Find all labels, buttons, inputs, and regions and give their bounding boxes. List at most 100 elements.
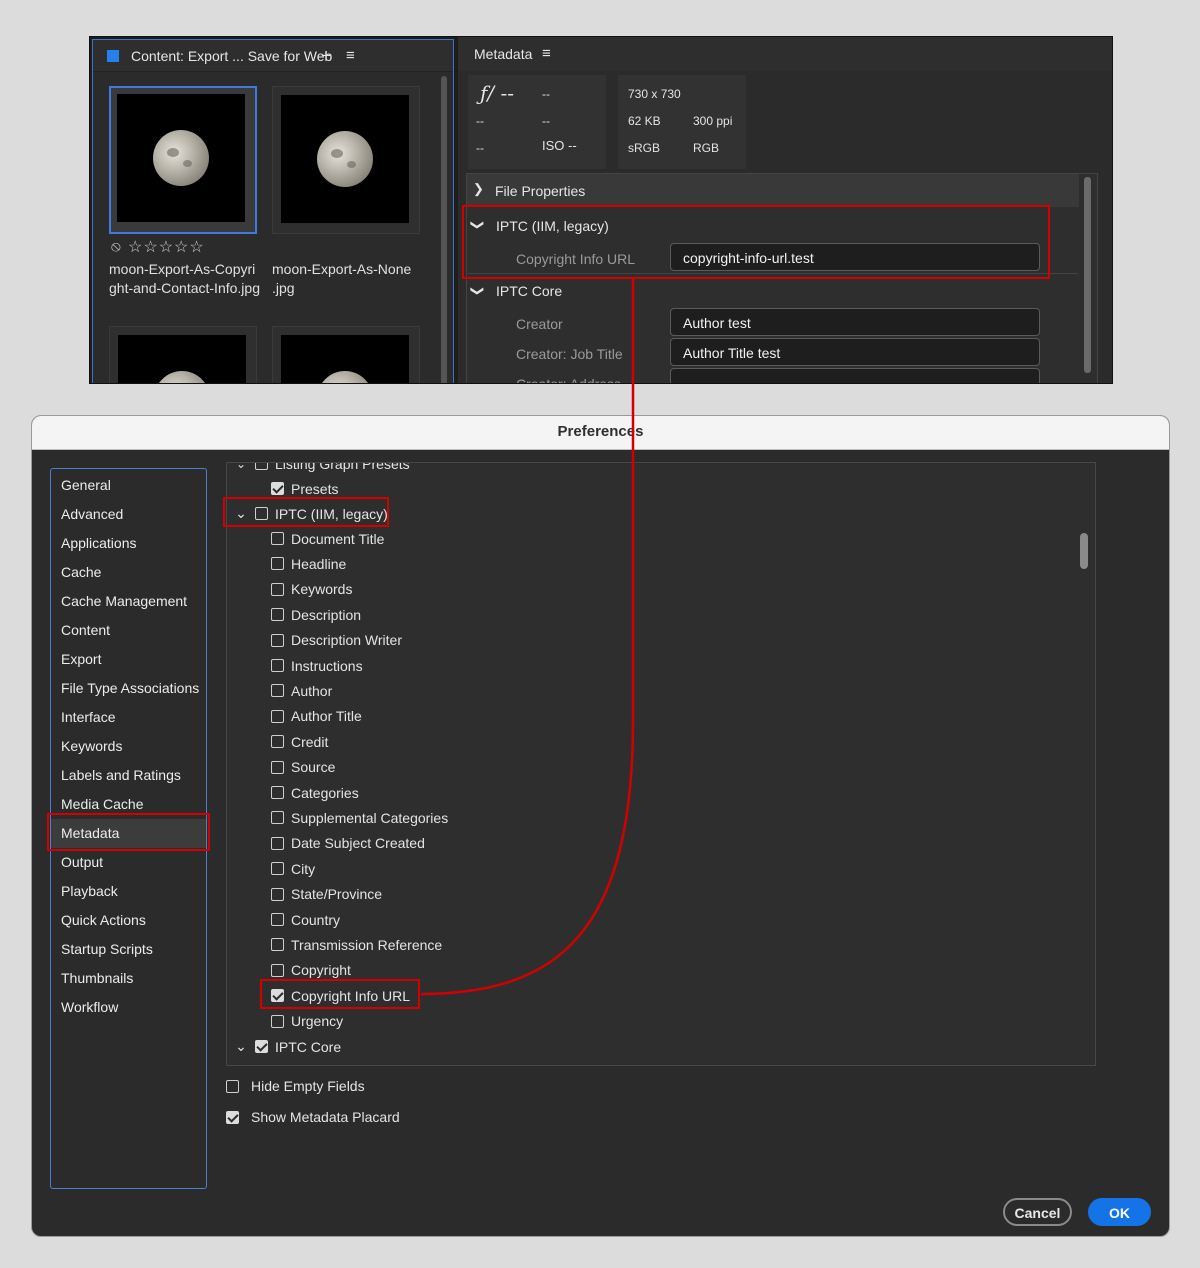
file-properties-row[interactable]: ❯ File Properties [467, 174, 1079, 207]
checkbox[interactable] [271, 963, 284, 977]
content-scrollbar[interactable] [441, 76, 447, 383]
job-title-field[interactable]: Author Title test [670, 338, 1040, 366]
checkbox[interactable] [271, 709, 284, 723]
checkbox[interactable] [271, 735, 284, 749]
checkbox-checked[interactable] [226, 1110, 239, 1124]
checkbox[interactable] [255, 507, 268, 520]
address-field[interactable] [670, 368, 1040, 383]
sidebar-item-file-type-associations[interactable]: File Type Associations [51, 674, 206, 703]
checkbox[interactable] [271, 887, 284, 901]
legacy-field-row[interactable]: Author Title [271, 704, 362, 729]
hide-empty-fields-option[interactable]: Hide Empty Fields [226, 1078, 365, 1094]
legacy-field-row[interactable]: Instructions [271, 653, 363, 678]
tree-row-iptc-core[interactable]: ⌄ IPTC Core [233, 1034, 341, 1059]
thumbnail-card[interactable] [109, 326, 257, 383]
sidebar-item-cache-management[interactable]: Cache Management [51, 587, 206, 616]
tree-row-listing-graph-presets[interactable]: ⌄ Listing Graph Presets [233, 463, 410, 476]
chevron-down-icon[interactable]: ⌄ [233, 463, 249, 471]
sidebar-item-output[interactable]: Output [51, 848, 206, 877]
reject-icon[interactable]: ⦸ [111, 238, 121, 255]
legacy-field-row[interactable]: Source [271, 755, 335, 780]
tree-row-iptc-legacy[interactable]: ⌄ IPTC (IIM, legacy) [233, 501, 388, 526]
thumbnail-card[interactable] [272, 326, 420, 383]
sidebar-item-media-cache[interactable]: Media Cache [51, 790, 206, 819]
sidebar-item-labels-and-ratings[interactable]: Labels and Ratings [51, 761, 206, 790]
sidebar-item-general[interactable]: General [51, 471, 206, 500]
legacy-field-row[interactable]: Copyright [271, 958, 351, 983]
panel-menu-icon[interactable]: ≡ [542, 45, 551, 62]
sidebar-item-keywords[interactable]: Keywords [51, 732, 206, 761]
checkbox-checked[interactable] [255, 1040, 268, 1053]
legacy-field-row[interactable]: Headline [271, 551, 346, 576]
checkbox[interactable] [271, 1014, 284, 1028]
metadata-panel-title[interactable]: Metadata [474, 46, 532, 62]
creator-field[interactable]: Author test [670, 308, 1040, 336]
metadata-scrollbar[interactable] [1084, 177, 1091, 373]
sidebar-item-export[interactable]: Export [51, 645, 206, 674]
content-panel-title[interactable]: Content: Export ... Save for Web [131, 48, 332, 64]
thumbnail-card[interactable] [109, 86, 257, 234]
tree-row-presets[interactable]: Presets [271, 476, 338, 501]
checkbox[interactable] [271, 557, 284, 571]
sidebar-item-workflow[interactable]: Workflow [51, 993, 206, 1022]
legacy-field-row[interactable]: City [271, 856, 315, 881]
thumbnail-card[interactable] [272, 86, 420, 234]
chevron-down-icon[interactable]: ⌄ [233, 1038, 249, 1055]
sidebar-item-metadata[interactable]: Metadata [51, 819, 206, 848]
checkbox[interactable] [271, 938, 284, 952]
chevron-down-icon[interactable]: ⌄ [233, 505, 249, 522]
legacy-field-row[interactable]: Description Writer [271, 628, 402, 653]
panel-menu-icon[interactable]: ≡ [346, 47, 355, 64]
checkbox[interactable] [226, 1079, 239, 1093]
legacy-field-row[interactable]: Copyright Info URL [271, 983, 410, 1008]
checkbox[interactable] [271, 633, 284, 647]
chevron-down-icon[interactable]: ❯ [469, 220, 485, 231]
sidebar-item-cache[interactable]: Cache [51, 558, 206, 587]
legacy-field-row[interactable]: Supplemental Categories [271, 805, 448, 830]
chevron-down-icon[interactable]: ❯ [469, 286, 485, 297]
checkbox-checked[interactable] [271, 482, 284, 495]
sidebar-item-startup-scripts[interactable]: Startup Scripts [51, 935, 206, 964]
cancel-button[interactable]: Cancel [1003, 1198, 1072, 1226]
iptc-legacy-section-title[interactable]: IPTC (IIM, legacy) [496, 218, 609, 234]
legacy-field-row[interactable]: Date Subject Created [271, 831, 425, 856]
legacy-field-row[interactable]: Transmission Reference [271, 932, 442, 957]
iptc-core-section-title[interactable]: IPTC Core [496, 283, 562, 299]
legacy-field-row[interactable]: Document Title [271, 526, 384, 551]
checkbox[interactable] [271, 786, 284, 799]
legacy-field-row[interactable]: Description [271, 602, 361, 627]
legacy-field-row[interactable]: Author [271, 678, 332, 703]
show-placard-option[interactable]: Show Metadata Placard [226, 1109, 400, 1125]
legacy-field-row[interactable]: State/Province [271, 882, 382, 907]
checkbox[interactable] [271, 862, 284, 876]
chevron-right-icon[interactable]: ❯ [473, 181, 484, 197]
ok-button[interactable]: OK [1088, 1198, 1151, 1226]
checkbox[interactable] [271, 811, 284, 825]
tree-scrollbar-thumb[interactable] [1080, 533, 1088, 569]
checkbox[interactable] [271, 582, 284, 596]
checkbox[interactable] [271, 659, 284, 672]
sidebar-item-applications[interactable]: Applications [51, 529, 206, 558]
sidebar-item-playback[interactable]: Playback [51, 877, 206, 906]
legacy-field-row[interactable]: Country [271, 907, 340, 932]
legacy-field-row[interactable]: Urgency [271, 1009, 343, 1034]
sidebar-item-advanced[interactable]: Advanced [51, 500, 206, 529]
sidebar-item-interface[interactable]: Interface [51, 703, 206, 732]
star-rating[interactable]: ☆☆☆☆☆ [128, 237, 205, 257]
checkbox[interactable] [271, 608, 284, 622]
sidebar-item-thumbnails[interactable]: Thumbnails [51, 964, 206, 993]
copyright-info-url-field[interactable]: copyright-info-url.test [670, 243, 1040, 271]
legacy-field-row[interactable]: Categories [271, 780, 359, 805]
checkbox[interactable] [271, 913, 284, 926]
sidebar-item-content[interactable]: Content [51, 616, 206, 645]
checkbox[interactable] [271, 836, 284, 850]
checkbox[interactable] [255, 463, 268, 470]
sidebar-item-quick-actions[interactable]: Quick Actions [51, 906, 206, 935]
checkbox[interactable] [271, 760, 284, 774]
checkbox[interactable] [271, 532, 284, 545]
legacy-field-row[interactable]: Keywords [271, 577, 352, 602]
checkbox[interactable] [271, 684, 284, 698]
legacy-field-row[interactable]: Credit [271, 729, 328, 754]
checkbox-checked[interactable] [271, 989, 284, 1003]
add-tab-icon[interactable]: + [321, 46, 331, 66]
